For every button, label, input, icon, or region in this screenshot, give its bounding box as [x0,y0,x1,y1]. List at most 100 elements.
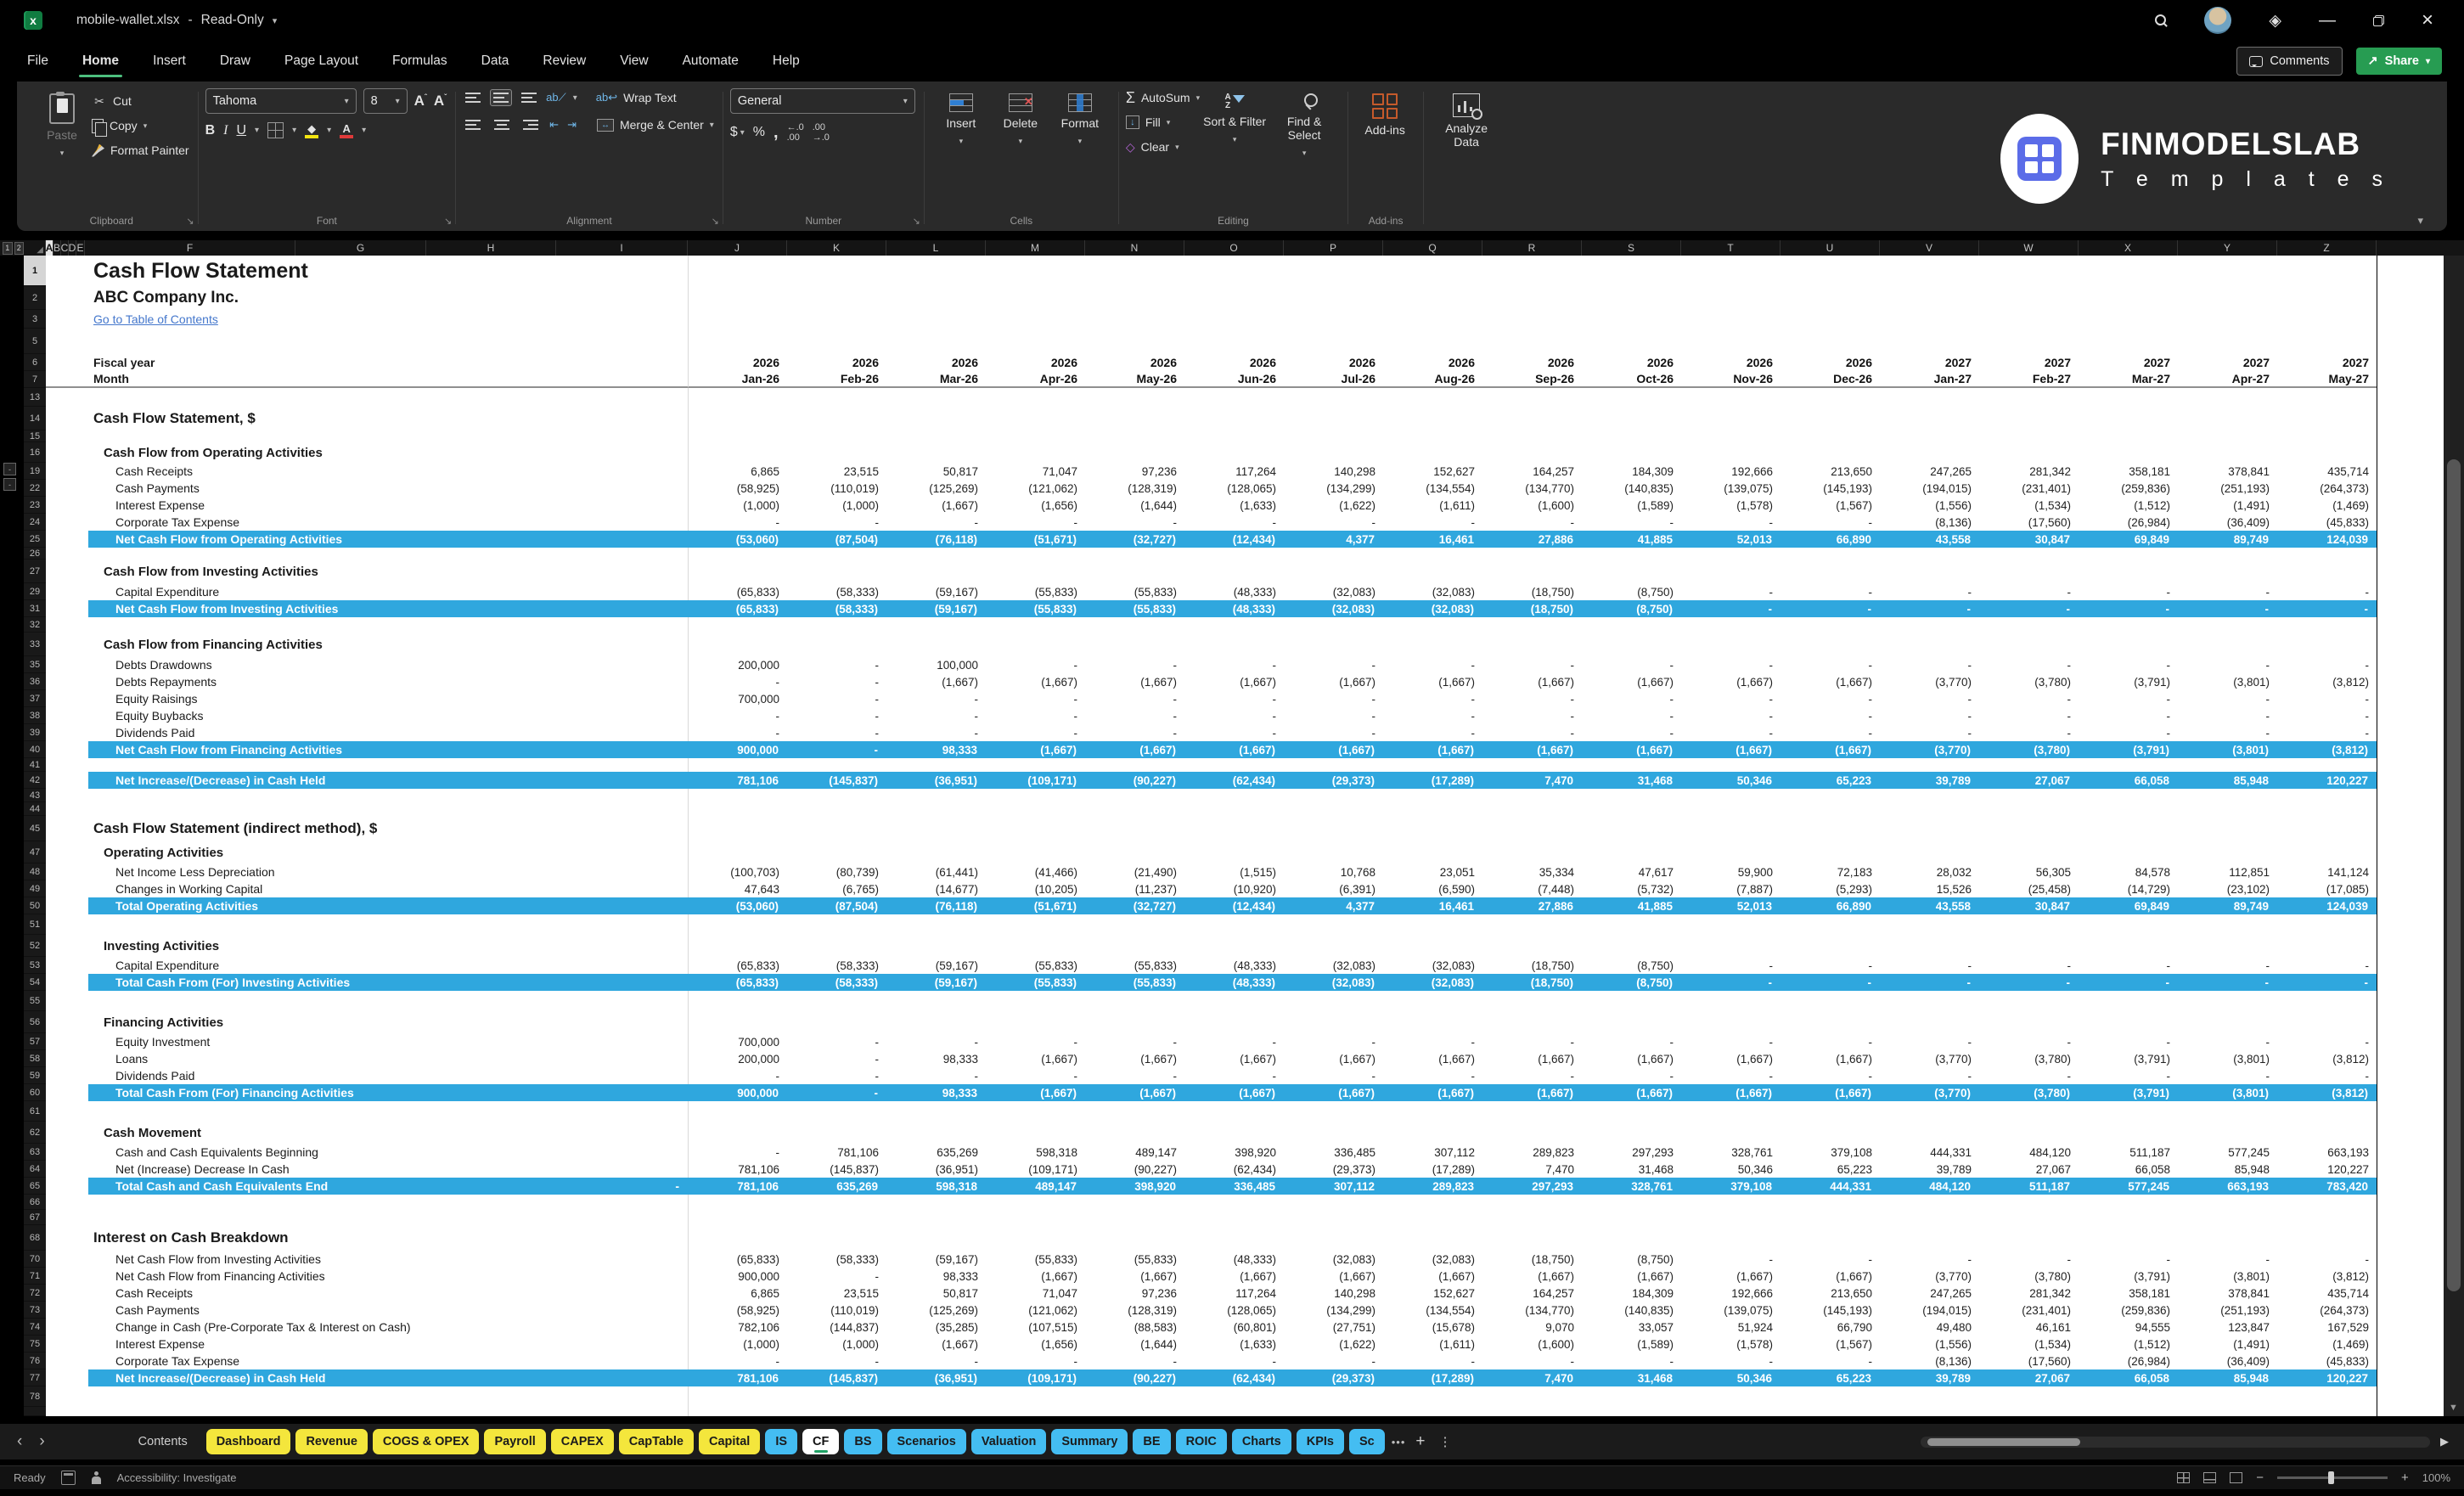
sheet-tab-capex[interactable]: CAPEX [551,1429,614,1454]
cell[interactable]: Aug-26 [1384,371,1483,386]
cell[interactable]: - [2079,656,2179,673]
cell[interactable]: - [1185,514,1285,531]
cell[interactable]: (17,289) [1384,1161,1483,1178]
cell[interactable]: 484,120 [1880,1178,1979,1195]
increase-indent-icon[interactable]: ⇥ [567,118,577,132]
cell[interactable]: 484,120 [1980,1144,2079,1161]
cell[interactable]: 50,346 [1681,772,1780,789]
cell[interactable]: 30,847 [1979,897,2079,914]
cell[interactable]: 2026 [1285,354,1384,371]
row-number[interactable]: 42 [24,772,46,789]
cell[interactable]: - [1285,1033,1384,1050]
cell[interactable]: (87,504) [787,531,886,548]
cell[interactable]: 52,013 [1681,897,1780,914]
cell[interactable]: - [1086,1353,1185,1369]
cell[interactable]: 141,124 [2278,863,2377,880]
cell[interactable]: 700,000 [689,690,788,707]
cell[interactable]: (58,333) [787,600,886,617]
merge-center-button[interactable]: ↔Merge & Center▾ [597,115,714,134]
cell[interactable]: 47,617 [1583,863,1682,880]
row-number[interactable]: 59 [24,1067,46,1084]
cell[interactable]: - [2277,600,2377,617]
cell[interactable]: (17,560) [1980,1353,2079,1369]
cell[interactable]: (1,667) [1284,741,1383,758]
cell[interactable]: - [2278,583,2377,600]
row-number[interactable]: 16 [24,442,46,463]
cell[interactable]: 336,485 [1285,1144,1384,1161]
row-number[interactable]: 27 [24,560,46,583]
cell[interactable]: 41,885 [1582,531,1681,548]
cell[interactable]: 184,309 [1583,463,1682,480]
cell[interactable]: (3,812) [2277,741,2377,758]
cell[interactable]: 781,106 [688,1178,787,1195]
row-number[interactable]: 74 [24,1319,46,1336]
cell[interactable]: (8,136) [1881,1353,1980,1369]
cell[interactable]: - [1285,1067,1384,1084]
cell[interactable]: - [2079,957,2179,974]
cell[interactable]: - [1980,724,2079,741]
cell[interactable]: - [1880,974,1979,991]
cell[interactable]: - [1583,690,1682,707]
cell[interactable]: (1,667) [1086,673,1185,690]
align-right-button[interactable] [520,117,541,132]
menu-tab-page-layout[interactable]: Page Layout [283,48,360,74]
cell[interactable]: 66,890 [1780,531,1880,548]
cell[interactable]: (76,118) [886,531,986,548]
cell[interactable]: - [1583,656,1682,673]
row-number[interactable]: 25 [24,531,46,548]
cell[interactable]: Jul-26 [1285,371,1384,386]
cell[interactable]: - [1086,514,1185,531]
cell[interactable]: (7,448) [1483,880,1583,897]
cell[interactable]: 66,058 [2079,1369,2178,1386]
sheet-tab-charts[interactable]: Charts [1232,1429,1291,1454]
vertical-scrollbar[interactable]: ▼ [2444,256,2464,1416]
cell[interactable]: (1,667) [1384,673,1483,690]
cell[interactable]: - [788,656,887,673]
cell[interactable]: (1,667) [1682,1050,1781,1067]
cell[interactable]: (1,667) [1582,1084,1681,1101]
cell[interactable]: (3,770) [1880,741,1979,758]
cell[interactable]: - [1583,1033,1682,1050]
cell[interactable]: - [2277,974,2377,991]
row-number[interactable]: 52 [24,935,46,957]
cell[interactable]: 213,650 [1781,1285,1881,1302]
row-number[interactable]: 58 [24,1050,46,1067]
row-number[interactable]: 70 [24,1251,46,1268]
cell[interactable]: (23,102) [2179,880,2278,897]
cell[interactable]: (8,750) [1583,957,1682,974]
column-header-Y[interactable]: Y [2178,240,2277,256]
cell[interactable]: - [1086,690,1185,707]
cell[interactable]: (12,434) [1184,897,1284,914]
copy-button[interactable]: Copy▾ [92,116,189,135]
cell[interactable]: 379,108 [1781,1144,1881,1161]
cell[interactable]: (18,750) [1482,974,1582,991]
cell[interactable]: (1,000) [689,497,788,514]
cell[interactable]: - [1881,656,1980,673]
row-number[interactable]: 71 [24,1268,46,1285]
cell[interactable]: (48,333) [1184,974,1284,991]
cell[interactable]: (5,293) [1781,880,1881,897]
cell[interactable]: - [1483,656,1583,673]
cell[interactable]: 213,650 [1781,463,1881,480]
row-number[interactable]: 62 [24,1122,46,1144]
cell[interactable]: (1,667) [987,1050,1086,1067]
cell[interactable]: - [1980,707,2079,724]
cell[interactable]: 23,051 [1384,863,1483,880]
cell[interactable]: - [788,1067,887,1084]
collapse-ribbon-icon[interactable]: ▾ [2417,214,2423,228]
cell[interactable]: - [1881,1251,1980,1268]
cell[interactable]: - [887,514,987,531]
cell[interactable]: (1,656) [987,497,1086,514]
cell[interactable]: (6,590) [1384,880,1483,897]
sort-filter-button[interactable]: AZ Sort & Filter▾ [1200,88,1269,151]
cell[interactable]: (3,801) [2179,673,2278,690]
cell[interactable]: (1,633) [1185,1336,1285,1353]
column-header-B[interactable]: B [53,240,61,256]
cell[interactable]: (3,791) [2079,741,2178,758]
sheet-tab-is[interactable]: IS [765,1429,797,1454]
cell[interactable]: (14,729) [2079,880,2179,897]
cell[interactable]: (51,671) [986,531,1085,548]
cell[interactable]: 72,183 [1781,863,1881,880]
cell[interactable]: 120,227 [2277,772,2377,789]
cell[interactable]: 167,529 [2278,1319,2377,1336]
